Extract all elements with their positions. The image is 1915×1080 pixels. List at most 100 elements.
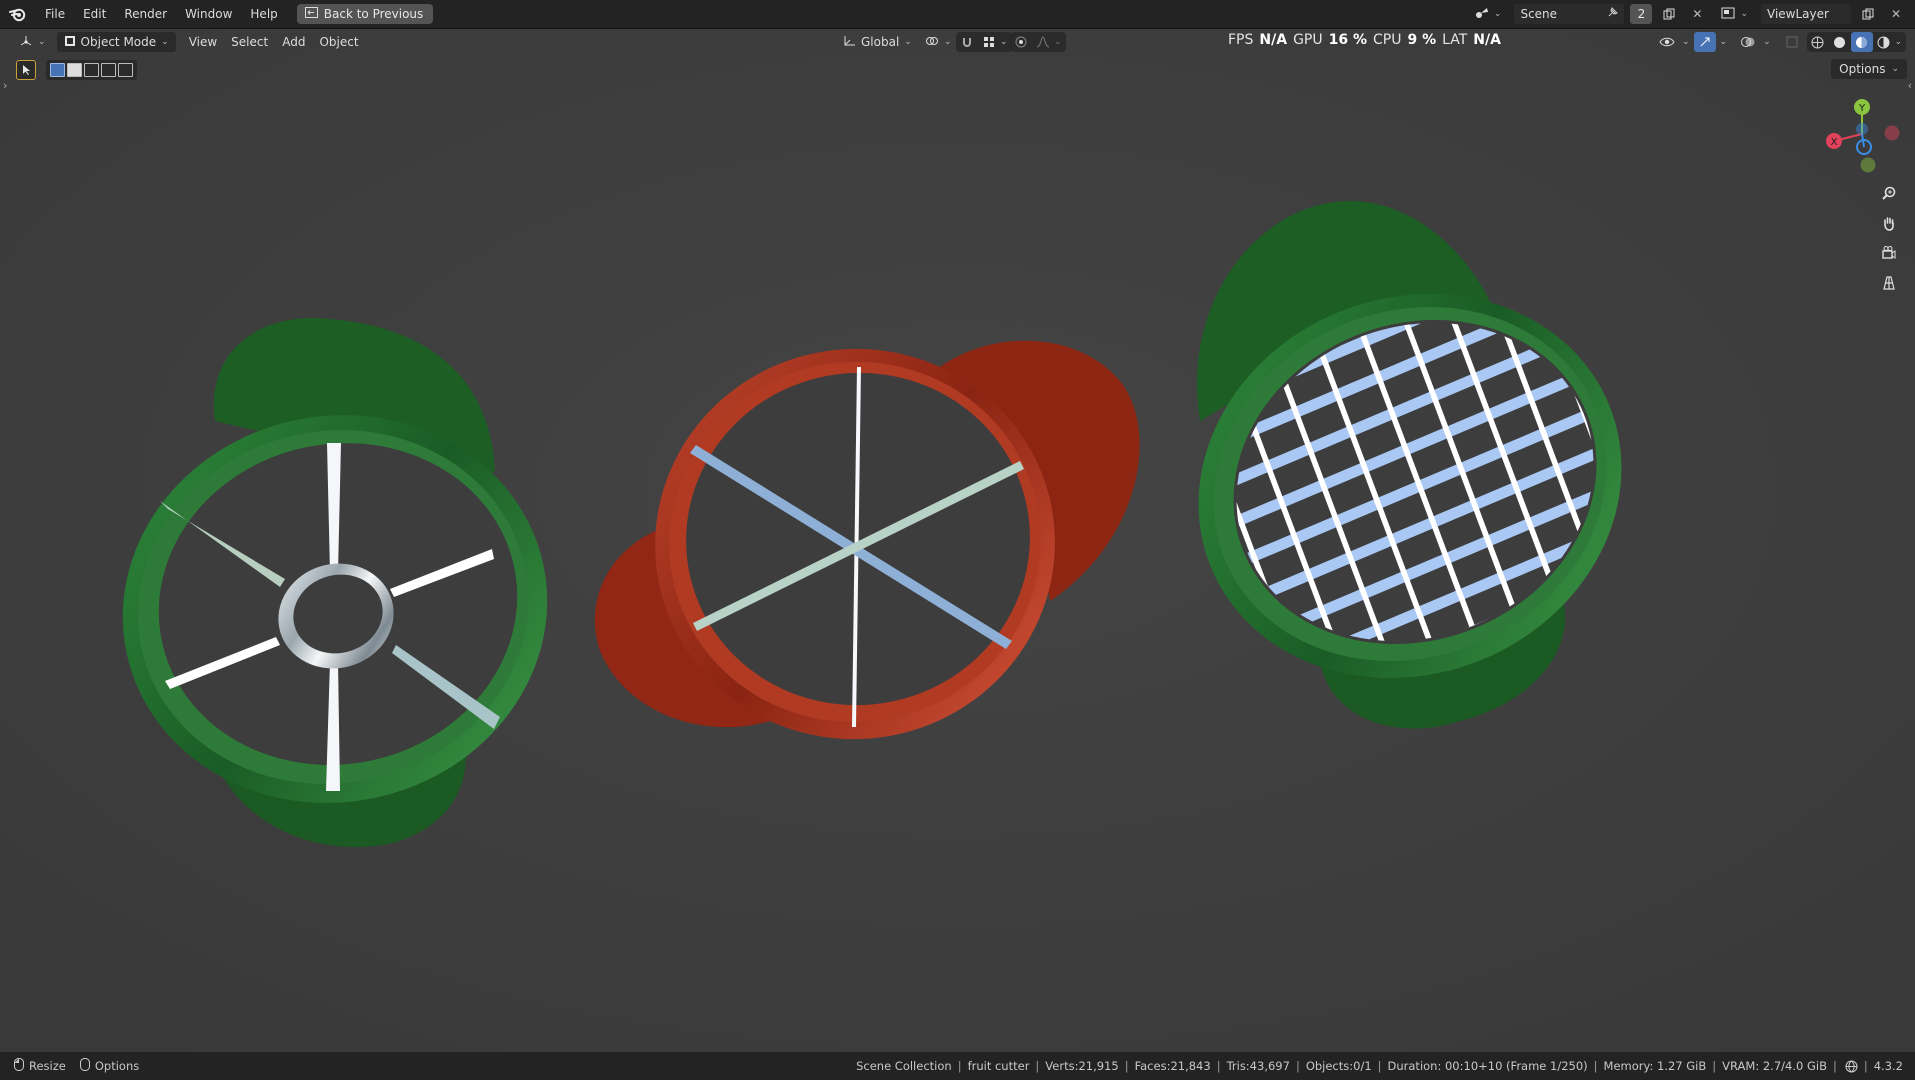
new-view-layer-icon[interactable] <box>1857 4 1879 24</box>
scene-statistics: Scene Collection | fruit cutter | Verts:21… <box>856 1059 1903 1073</box>
proportional-edit-icon[interactable] <box>1010 32 1032 52</box>
rendered-shading-icon[interactable] <box>1873 32 1895 52</box>
workspace-controls: ⌄ Scene 2 ✕ ⌄ ViewLayer ✕ <box>1468 4 1907 24</box>
menu-window[interactable]: Window <box>176 0 241 28</box>
chevron-down-icon: ⌄ <box>38 37 46 47</box>
mouse-right-icon <box>79 1058 90 1074</box>
menu-select[interactable]: Select <box>224 32 275 52</box>
select-subtract-icon[interactable] <box>84 63 99 77</box>
object-mode-icon <box>64 35 76 50</box>
chevron-down-icon: ⌄ <box>1719 37 1728 47</box>
proportional-edit-group: ⌄ <box>1010 32 1066 52</box>
falloff-curve-icon[interactable] <box>1032 32 1054 52</box>
duration-info: Duration: 00:10+10 (Frame 1/250) <box>1387 1059 1588 1073</box>
close-view-layer-icon[interactable]: ✕ <box>1885 4 1907 24</box>
object-mode-dropdown[interactable]: Object Mode ⌄ <box>56 32 176 52</box>
chevron-down-icon: ⌄ <box>1740 9 1748 19</box>
view-layer-type-dropdown[interactable]: ⌄ <box>1714 4 1755 24</box>
faces-count: Faces:21,843 <box>1134 1059 1211 1073</box>
wireframe-shading-icon[interactable] <box>1807 32 1829 52</box>
chevron-down-icon: ⌄ <box>904 37 912 47</box>
viewport-header: ⌄ Object Mode ⌄ View Select Add Object G… <box>0 29 1915 55</box>
objects-count: Objects:0/1 <box>1305 1059 1372 1073</box>
menu-file[interactable]: File <box>36 0 74 28</box>
overlays-icon[interactable] <box>1737 32 1759 52</box>
transform-orientation-label: Global <box>861 35 900 49</box>
resize-hint-label: Resize <box>29 1059 66 1073</box>
xray-toggle-icon[interactable] <box>1781 32 1803 52</box>
lat-value: N/A <box>1473 32 1501 48</box>
select-intersect-icon[interactable] <box>118 63 133 77</box>
verts-count: Verts:21,915 <box>1045 1059 1119 1073</box>
perspective-grid-icon[interactable] <box>1876 270 1902 296</box>
tris-count: Tris:43,697 <box>1226 1059 1290 1073</box>
lat-label: LAT <box>1442 32 1468 48</box>
close-scene-icon[interactable]: ✕ <box>1686 4 1708 24</box>
pivot-point-dropdown[interactable]: ⌄ <box>918 32 959 52</box>
mouse-left-icon <box>14 1058 24 1074</box>
menu-add[interactable]: Add <box>275 32 312 52</box>
gizmo-neg-x <box>1884 125 1900 141</box>
back-screen-icon <box>304 7 318 21</box>
cpu-label: CPU <box>1373 32 1402 48</box>
view-layer-icon <box>1721 7 1735 22</box>
object-mode-label: Object Mode <box>80 35 157 49</box>
orientation-icon <box>843 35 856 50</box>
blender-logo-icon[interactable] <box>0 0 36 28</box>
back-to-previous-label: Back to Previous <box>323 7 424 21</box>
vram-info: VRAM: 2.7/4.0 GiB <box>1722 1059 1827 1073</box>
chevron-down-icon: ⌄ <box>161 37 169 47</box>
fps-value: N/A <box>1259 32 1288 48</box>
scene-type-dropdown[interactable]: ⌄ <box>1468 4 1509 24</box>
gizmo-neg-z <box>1856 123 1868 135</box>
snap-toggle-icon[interactable] <box>956 32 978 52</box>
gizmo-toggle-icon[interactable] <box>1693 32 1716 52</box>
new-scene-icon[interactable] <box>1658 4 1680 24</box>
snap-target-icon[interactable] <box>978 32 1000 52</box>
3d-viewport[interactable]: ⌄ Object Mode ⌄ View Select Add Object G… <box>0 28 1915 1052</box>
fps-label: FPS <box>1228 32 1254 48</box>
toolbar-expand-icon[interactable]: › <box>3 79 7 92</box>
view-layer-field[interactable]: ViewLayer <box>1761 4 1851 24</box>
transform-orientation-dropdown[interactable]: Global ⌄ <box>836 32 919 52</box>
gizmo-x-label: X <box>1831 137 1838 148</box>
options-hint-label: Options <box>94 1059 140 1073</box>
gizmo-y-label: Y <box>1858 103 1866 114</box>
back-to-previous-button[interactable]: Back to Previous <box>296 4 434 24</box>
scene-user-count: 2 <box>1630 4 1653 24</box>
menu-edit[interactable]: Edit <box>74 0 115 28</box>
network-globe-icon[interactable] <box>1845 1060 1858 1073</box>
menu-help[interactable]: Help <box>241 0 286 28</box>
select-extend-icon[interactable] <box>67 63 82 77</box>
blender-version: 4.3.2 <box>1873 1059 1903 1073</box>
scene-icon <box>1475 7 1489 22</box>
select-new-icon[interactable] <box>50 63 65 77</box>
menu-view[interactable]: View <box>182 32 224 52</box>
pin-icon[interactable] <box>1607 7 1619 21</box>
chevron-down-icon: ⌄ <box>1493 9 1502 19</box>
editor-3d-icon <box>19 35 33 50</box>
chevron-down-icon: ⌄ <box>1891 64 1899 74</box>
gpu-label: GPU <box>1293 32 1323 48</box>
shading-mode-group: ⌄ <box>1806 32 1907 52</box>
select-tool-icon[interactable] <box>16 60 36 80</box>
top-menu-bar: File Edit Render Window Help Back to Pre… <box>0 0 1915 28</box>
options-dropdown[interactable]: Options ⌄ <box>1831 59 1907 79</box>
menu-object[interactable]: Object <box>312 32 365 52</box>
chevron-down-icon: ⌄ <box>1763 37 1771 47</box>
editor-type-dropdown[interactable]: ⌄ <box>12 32 53 52</box>
material-preview-shading-icon[interactable] <box>1850 32 1873 52</box>
collection-name: Scene Collection <box>856 1059 952 1073</box>
zoom-icon[interactable] <box>1876 180 1902 206</box>
pan-hand-icon[interactable] <box>1876 210 1902 236</box>
camera-view-icon[interactable] <box>1876 240 1902 266</box>
visibility-eye-icon[interactable] <box>1656 32 1678 52</box>
chevron-down-icon: ⌄ <box>944 37 952 47</box>
select-invert-icon[interactable] <box>101 63 116 77</box>
memory-info: Memory: 1.27 GiB <box>1603 1059 1707 1073</box>
navigation-gizmo[interactable]: Y X <box>1812 89 1912 179</box>
viewport-scene[interactable] <box>0 29 1915 1052</box>
solid-shading-icon[interactable] <box>1829 32 1851 52</box>
scene-name-field[interactable]: Scene <box>1514 4 1625 24</box>
menu-render[interactable]: Render <box>115 0 176 28</box>
